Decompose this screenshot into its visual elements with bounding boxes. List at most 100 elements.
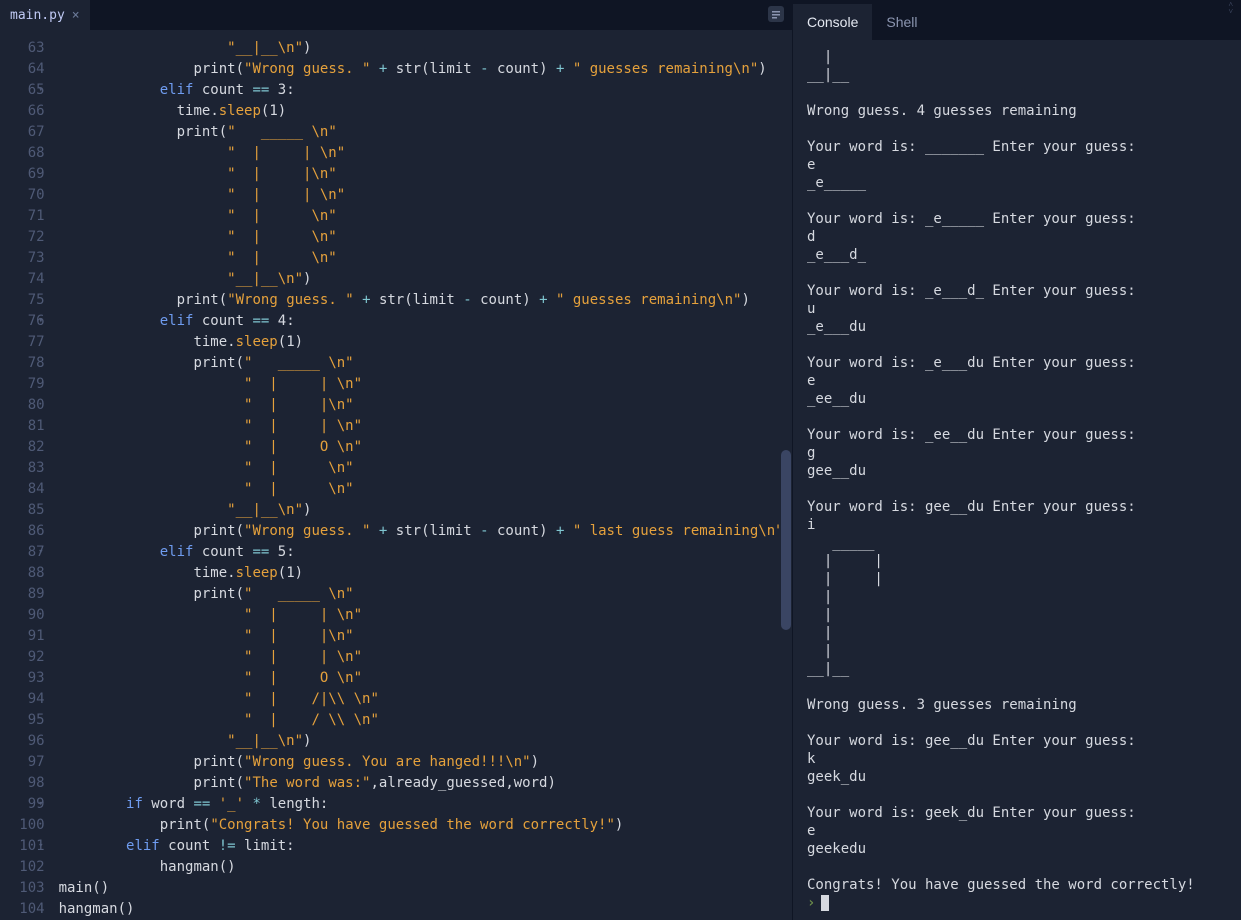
fold-icon[interactable]: ▾ <box>38 542 43 563</box>
code-line[interactable]: elif count == 4: <box>59 311 792 332</box>
code-line[interactable]: time.sleep(1) <box>59 563 792 584</box>
line-number: 75 <box>0 290 45 311</box>
console-output[interactable]: | __|__ Wrong guess. 4 guesses remaining… <box>793 40 1241 920</box>
console-prompt[interactable]: › <box>807 894 1227 912</box>
line-number: 70 <box>0 185 45 206</box>
line-number: 66 <box>0 101 45 122</box>
console-line: u <box>807 300 1227 318</box>
line-number: 87▾ <box>0 542 45 563</box>
code-line[interactable]: " | | \n" <box>59 143 792 164</box>
code-line[interactable]: "__|__\n") <box>59 269 792 290</box>
console-line: Your word is: gee__du Enter your guess: <box>807 732 1227 750</box>
line-number: 69 <box>0 164 45 185</box>
code-line[interactable]: " | |\n" <box>59 626 792 647</box>
code-line[interactable]: " | \n" <box>59 248 792 269</box>
code-line[interactable]: " | /|\\ \n" <box>59 689 792 710</box>
console-line: Your word is: _ee__du Enter your guess: <box>807 426 1227 444</box>
code-line[interactable]: " | | \n" <box>59 605 792 626</box>
cursor <box>821 895 829 911</box>
console-line: e <box>807 822 1227 840</box>
code-line[interactable]: " | \n" <box>59 458 792 479</box>
code-line[interactable]: print("Wrong guess. " + str(limit - coun… <box>59 290 792 311</box>
console-line: __|__ <box>807 660 1227 678</box>
line-number: 89 <box>0 584 45 605</box>
line-number: 78 <box>0 353 45 374</box>
console-line: Wrong guess. 3 guesses remaining <box>807 696 1227 714</box>
fold-icon[interactable]: ▾ <box>38 80 43 101</box>
code-line[interactable]: print(" _____ \n" <box>59 353 792 374</box>
pane-resize-icon[interactable]: ˄˅ <box>1228 1 1233 15</box>
line-number: 94 <box>0 689 45 710</box>
line-number: 72 <box>0 227 45 248</box>
console-line: d <box>807 228 1227 246</box>
line-number: 73 <box>0 248 45 269</box>
fold-icon[interactable]: ▾ <box>38 311 43 332</box>
code-line[interactable]: " | / \\ \n" <box>59 710 792 731</box>
code-line[interactable]: "__|__\n") <box>59 38 792 59</box>
code-line[interactable]: " | |\n" <box>59 164 792 185</box>
code-lines[interactable]: "__|__\n") print("Wrong guess. " + str(l… <box>59 30 792 920</box>
right-pane: ConsoleShell ˄˅ | __|__ Wrong guess. 4 g… <box>792 0 1241 920</box>
code-line[interactable]: " | \n" <box>59 206 792 227</box>
code-line[interactable]: time.sleep(1) <box>59 101 792 122</box>
code-line[interactable]: " | O \n" <box>59 668 792 689</box>
console-line <box>807 480 1227 498</box>
code-line[interactable]: print("Wrong guess. " + str(limit - coun… <box>59 59 792 80</box>
line-number: 91 <box>0 626 45 647</box>
line-number: 90 <box>0 605 45 626</box>
code-line[interactable]: print("Wrong guess. " + str(limit - coun… <box>59 521 792 542</box>
code-line[interactable]: hangman() <box>59 857 792 878</box>
code-line[interactable]: " | | \n" <box>59 185 792 206</box>
fold-icon[interactable]: ▾ <box>38 836 43 857</box>
tab-label: main.py <box>10 8 65 23</box>
tab-shell[interactable]: Shell <box>872 4 931 40</box>
code-line[interactable]: " | |\n" <box>59 395 792 416</box>
code-line[interactable]: print("The word was:",already_guessed,wo… <box>59 773 792 794</box>
code-line[interactable]: " | \n" <box>59 479 792 500</box>
console-line: | | <box>807 570 1227 588</box>
code-line[interactable]: elif count == 3: <box>59 80 792 101</box>
console-line: __|__ <box>807 66 1227 84</box>
line-number: 74 <box>0 269 45 290</box>
line-number: 103 <box>0 878 45 899</box>
code-area[interactable]: 636465▾6667686970717273747576▾7778798081… <box>0 30 792 920</box>
code-line[interactable]: if word == '_' * length: <box>59 794 792 815</box>
line-number: 100 <box>0 815 45 836</box>
code-line[interactable]: " | | \n" <box>59 374 792 395</box>
code-line[interactable]: print("Congrats! You have guessed the wo… <box>59 815 792 836</box>
code-line[interactable]: main() <box>59 878 792 899</box>
code-line[interactable]: "__|__\n") <box>59 731 792 752</box>
console-line <box>807 858 1227 876</box>
code-line[interactable]: " | \n" <box>59 227 792 248</box>
code-line[interactable]: time.sleep(1) <box>59 332 792 353</box>
code-line[interactable]: " | O \n" <box>59 437 792 458</box>
code-line[interactable]: elif count != limit: <box>59 836 792 857</box>
line-number: 77 <box>0 332 45 353</box>
console-line: geek_du <box>807 768 1227 786</box>
code-line[interactable]: " | | \n" <box>59 647 792 668</box>
close-icon[interactable]: × <box>72 8 80 23</box>
line-number: 71 <box>0 206 45 227</box>
tab-menu-icon[interactable] <box>768 6 784 22</box>
line-number: 76▾ <box>0 311 45 332</box>
code-line[interactable]: print(" _____ \n" <box>59 122 792 143</box>
code-line[interactable]: print("Wrong guess. You are hanged!!!\n"… <box>59 752 792 773</box>
scrollbar-thumb[interactable] <box>781 450 791 630</box>
console-line: gee__du <box>807 462 1227 480</box>
console-line: _e_____ <box>807 174 1227 192</box>
code-line[interactable]: elif count == 5: <box>59 542 792 563</box>
line-number: 97 <box>0 752 45 773</box>
console-line: | <box>807 48 1227 66</box>
editor-tab-main[interactable]: main.py × <box>0 0 90 30</box>
console-line: Your word is: _e_____ Enter your guess: <box>807 210 1227 228</box>
code-line[interactable]: " | | \n" <box>59 416 792 437</box>
tab-console[interactable]: Console <box>793 4 872 40</box>
fold-icon[interactable]: ▾ <box>38 794 43 815</box>
code-line[interactable]: print(" _____ \n" <box>59 584 792 605</box>
line-number: 93 <box>0 668 45 689</box>
code-line[interactable]: hangman() <box>59 899 792 920</box>
code-line[interactable]: "__|__\n") <box>59 500 792 521</box>
console-line: _e___du <box>807 318 1227 336</box>
vertical-scrollbar[interactable] <box>780 30 792 920</box>
editor-tab-bar: main.py × <box>0 0 792 30</box>
